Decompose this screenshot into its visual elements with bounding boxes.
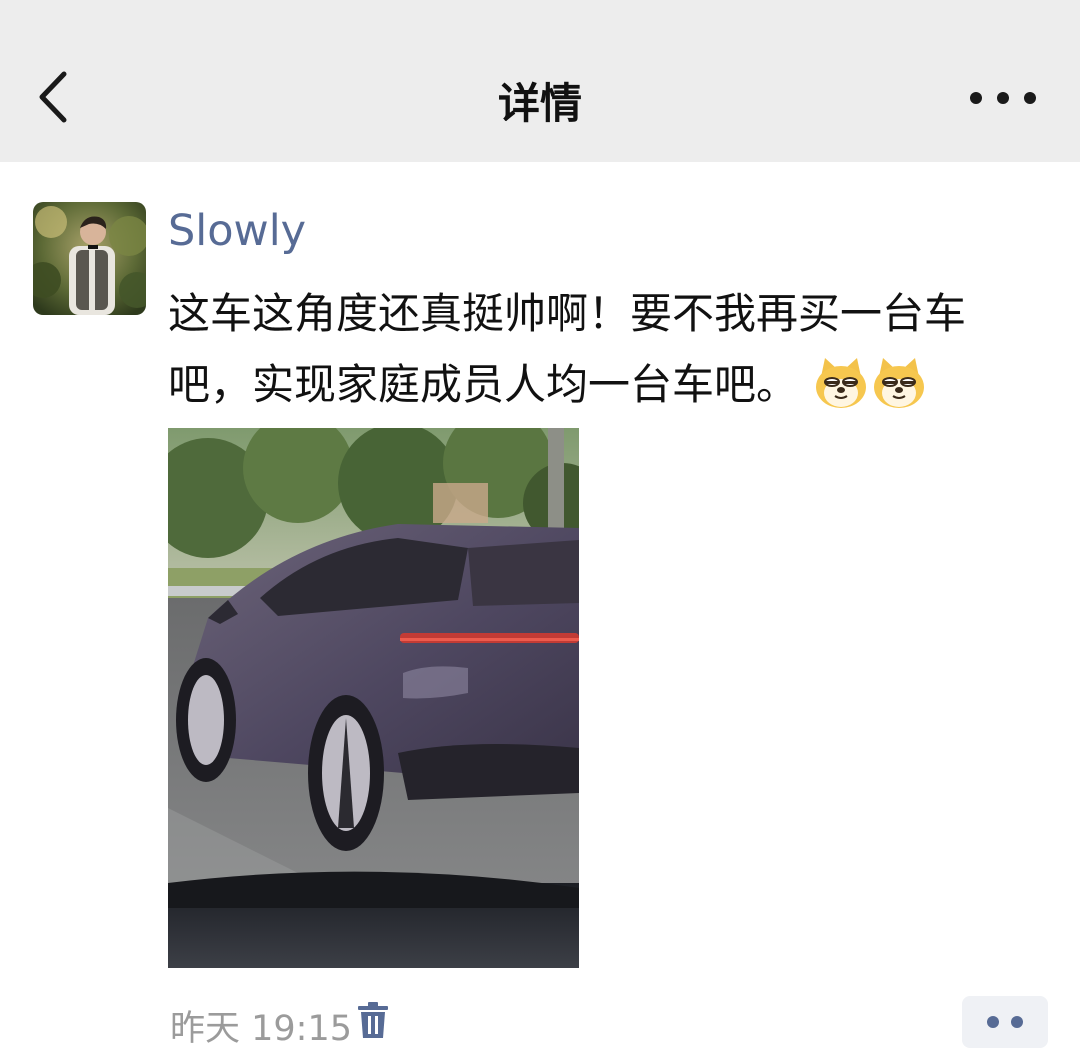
avatar-image xyxy=(33,202,146,315)
more-dots-icon xyxy=(970,92,982,104)
doge-emoji-icon xyxy=(874,358,925,408)
author-name[interactable]: Slowly xyxy=(168,206,306,256)
post-photo[interactable] xyxy=(168,428,579,968)
delete-button[interactable] xyxy=(356,1002,390,1040)
like-comment-button[interactable] xyxy=(962,996,1048,1048)
comment-like-dots-icon xyxy=(987,1016,999,1028)
more-dot xyxy=(997,92,1009,104)
action-dot xyxy=(1011,1016,1023,1028)
doge-emoji-icon xyxy=(816,358,867,408)
post-timestamp: 昨天 19:15 xyxy=(170,1009,352,1049)
top-navigation-bar: 详情 xyxy=(0,0,1080,162)
more-options-button[interactable] xyxy=(970,84,1036,112)
car-photo-image xyxy=(168,428,579,968)
trash-icon xyxy=(358,1002,388,1038)
page-title: 详情 xyxy=(497,79,582,128)
post-content: 这车这角度还真挺帅啊！要不我再买一台车吧，实现家庭成员人均一台车吧。 xyxy=(168,278,1048,420)
avatar[interactable] xyxy=(33,202,146,315)
more-dot xyxy=(1024,92,1036,104)
